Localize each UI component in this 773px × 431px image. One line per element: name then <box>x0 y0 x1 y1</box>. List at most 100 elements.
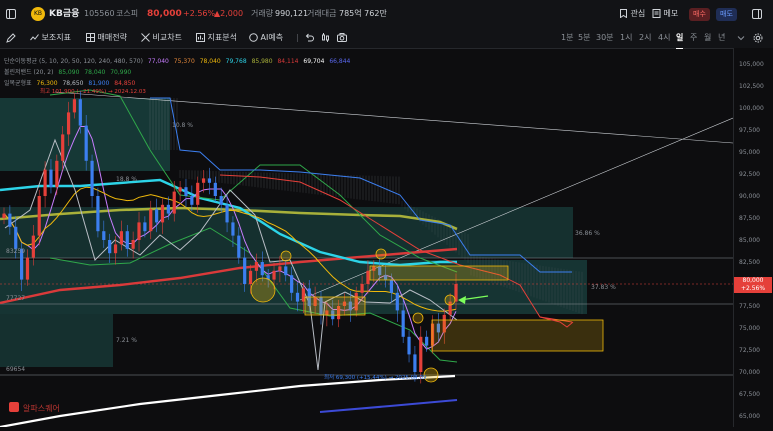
highlight-box-2 <box>369 265 509 281</box>
ma-570-line <box>319 399 458 413</box>
stock-name[interactable]: KB금융 <box>49 0 79 28</box>
candle-body <box>72 99 77 113</box>
interval-1m[interactable]: 1분 <box>561 28 573 48</box>
price-tag-pct: +2.56% <box>740 285 766 292</box>
interval-1h[interactable]: 1시 <box>620 28 632 48</box>
interval-5m[interactable]: 5분 <box>578 28 590 48</box>
price-axis-tick: 87,500 <box>739 215 760 222</box>
stock-logo: KB <box>31 0 45 28</box>
interval-week[interactable]: 주 <box>690 28 697 48</box>
legend-bb-label: 볼린저밴드 (20, 2) <box>4 69 54 76</box>
high-price-note: 최고 101,900 (−21.49%) → 2024.12.03 <box>40 89 146 95</box>
marker-circle-5 <box>444 294 456 306</box>
candle-body <box>84 125 88 161</box>
candle-body <box>272 270 276 280</box>
memo-button[interactable]: 메모 <box>652 0 678 28</box>
price-chart[interactable]: 10.8 % 18.8 % 36.86 % 37.83 % 7.21 % 832… <box>0 48 733 427</box>
annotation-pct-3686: 36.86 % <box>575 230 600 237</box>
legend-bollinger[interactable]: 볼린저밴드 (20, 2) 85,090 78,040 70,990 <box>4 68 134 77</box>
candle-body <box>407 336 411 355</box>
candle-body <box>419 336 423 372</box>
price-axis-tick: 95,000 <box>739 149 760 156</box>
marker-circle-4 <box>412 312 424 324</box>
watch-label: 관심 <box>630 9 646 18</box>
change-percent: +2.56% <box>183 9 216 18</box>
interval-year[interactable]: 년 <box>718 28 725 48</box>
annotation-pct-3783: 37.83 % <box>591 284 616 291</box>
sidebar-toggle-icon[interactable] <box>6 0 16 28</box>
candle-type-icon[interactable] <box>321 28 330 48</box>
candle-body <box>295 292 300 302</box>
low-price-note: 최저 69,300 (+15.44%) → 2025.04.09 <box>324 373 427 381</box>
candle-body <box>166 204 170 214</box>
price-axis-tick: 65,000 <box>739 413 760 420</box>
watch-button[interactable]: 관심 <box>619 0 645 28</box>
candle-body <box>119 231 124 245</box>
legend-ma-240: 84,114 <box>277 58 299 65</box>
indicators-button[interactable]: 보조지표 <box>30 28 71 48</box>
candle-body <box>360 284 364 293</box>
candle-body <box>237 235 241 258</box>
candle-body <box>31 235 35 258</box>
price-axis-tick: 92,500 <box>739 171 760 178</box>
annotation-pct-188: 18.8 % <box>116 176 137 183</box>
price-axis-tick: 75,000 <box>739 325 760 332</box>
candle-body <box>149 209 153 232</box>
level-label-69654: 69654 <box>6 366 25 373</box>
sell-button[interactable]: 매도 <box>716 8 737 21</box>
candle-body <box>55 160 59 188</box>
strategy-label: 매매전략 <box>97 33 127 42</box>
legend-bb-mid: 78,040 <box>84 69 106 76</box>
candle-body <box>219 196 223 205</box>
legend-ma[interactable]: 단순이동평균 (5, 10, 20, 50, 120, 240, 480, 57… <box>4 57 353 66</box>
candle-body <box>225 204 229 223</box>
strategy-button[interactable]: 매매전략 <box>86 28 127 48</box>
analysis-button[interactable]: 지표분석 <box>196 28 237 48</box>
watermark: 알파스퀘어 <box>9 402 60 413</box>
change-amount: ▲2,000 <box>214 9 244 18</box>
interval-30m[interactable]: 30분 <box>596 28 614 48</box>
candle-body <box>207 178 212 183</box>
candle-body <box>49 169 53 188</box>
candle-body <box>248 270 253 284</box>
legend-ma-50: 79,768 <box>225 58 247 65</box>
price-axis-tick: 85,000 <box>739 237 760 244</box>
legend-ma-5: 77,040 <box>147 58 169 65</box>
compare-button[interactable]: 비교차트 <box>141 28 182 48</box>
top-bar: KB KB금융 105560 코스피 80,000 +2.56% ▲2,000 … <box>0 0 773 29</box>
candle-body <box>8 213 12 227</box>
undo-icon[interactable] <box>305 28 314 48</box>
legend-ma-480: 69,704 <box>303 58 325 65</box>
candle-body <box>143 222 147 232</box>
camera-icon[interactable] <box>337 28 347 48</box>
candle-body <box>113 244 118 254</box>
ai-predict-button[interactable]: AI예측 <box>249 28 283 48</box>
interval-2h[interactable]: 2시 <box>639 28 651 48</box>
candle-body <box>25 257 30 280</box>
ai-label: AI예측 <box>260 33 284 42</box>
toolbar-divider: | <box>296 33 299 42</box>
indicators-label: 보조지표 <box>41 33 71 42</box>
candle-body <box>160 204 165 223</box>
annotation-pct-721: 7.21 % <box>116 337 137 344</box>
candle-body <box>196 182 200 205</box>
gear-icon[interactable] <box>753 28 763 48</box>
compare-icon <box>141 28 150 48</box>
watermark-text: 알파스퀘어 <box>23 403 60 413</box>
chevron-down-icon[interactable] <box>737 28 745 48</box>
buy-button[interactable]: 매수 <box>689 8 710 21</box>
interval-day[interactable]: 일 <box>676 28 684 49</box>
analysis-label: 지표분석 <box>207 33 237 42</box>
stock-logo-text: KB <box>31 6 45 21</box>
candle-body <box>108 240 112 254</box>
price-axis[interactable]: 65,000 67,500 70,000 72,500 75,000 77,500 80,0… <box>733 48 773 427</box>
candle-body <box>66 112 71 135</box>
panel-toggle-icon[interactable] <box>752 0 762 28</box>
pencil-icon[interactable] <box>6 28 16 48</box>
legend-ichimoku[interactable]: 일목균형표 76,300 78,650 81,900 84,850 <box>4 79 138 88</box>
price-axis-tick: 97,500 <box>739 127 760 134</box>
legend-bb-lower: 70,990 <box>110 69 132 76</box>
interval-4h[interactable]: 4시 <box>658 28 670 48</box>
price-axis-tick: 100,000 <box>739 105 764 112</box>
interval-month[interactable]: 월 <box>704 28 711 48</box>
